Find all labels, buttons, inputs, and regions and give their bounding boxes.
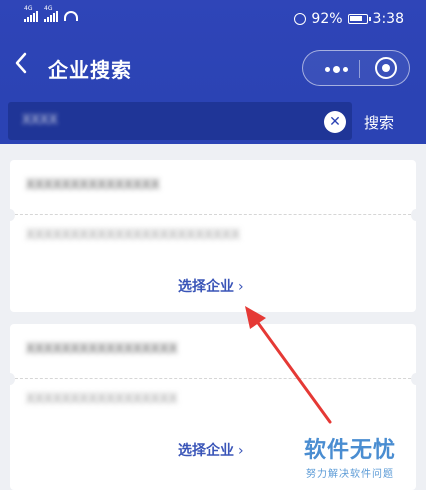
select-company-button[interactable]: 选择企业 › bbox=[178, 440, 244, 460]
select-company-label: 选择企业 bbox=[178, 443, 234, 459]
signal-icon: 4G bbox=[44, 5, 58, 22]
watermark-title: 软件无忧 bbox=[304, 438, 397, 463]
status-time: 3:38 bbox=[372, 11, 404, 27]
wifi-icon bbox=[64, 11, 78, 21]
select-company-button[interactable]: 选择企业 › bbox=[178, 276, 244, 296]
battery-icon bbox=[347, 14, 371, 24]
company-name: XXXXXXXXXXXXXXX bbox=[26, 178, 160, 193]
search-input[interactable]: XXXX ✕ bbox=[8, 102, 352, 140]
page-title: 企业搜索 bbox=[48, 58, 132, 82]
header: 4G 4G 92% 3:38 企业搜索 bbox=[0, 0, 426, 100]
battery-percent: 92% bbox=[311, 11, 343, 27]
status-right: 92% 3:38 bbox=[294, 11, 404, 27]
chevron-right-icon: › bbox=[238, 443, 244, 459]
company-address: XXXXXXXXXXXXXXXXXXXXXXXX bbox=[26, 228, 240, 243]
search-button[interactable]: 搜索 bbox=[364, 112, 394, 133]
nav-bar: 企业搜索 bbox=[0, 36, 426, 100]
card-divider bbox=[5, 373, 421, 385]
select-company-label: 选择企业 bbox=[178, 279, 234, 295]
more-button[interactable] bbox=[317, 55, 355, 83]
card-divider bbox=[5, 209, 421, 221]
company-address: XXXXXXXXXXXXXXXXX bbox=[26, 392, 178, 407]
close-miniprogram-button[interactable] bbox=[375, 57, 397, 79]
company-name: XXXXXXXXXXXXXXXXX bbox=[26, 342, 178, 357]
watermark: 软件无忧 努力解决软件问题 bbox=[304, 432, 396, 480]
close-icon[interactable]: ✕ bbox=[324, 111, 346, 133]
back-button[interactable] bbox=[14, 52, 28, 79]
search-value: XXXX bbox=[22, 113, 58, 128]
chevron-left-icon bbox=[15, 52, 27, 74]
search-bar: XXXX ✕ 搜索 bbox=[0, 100, 426, 144]
alarm-icon bbox=[294, 13, 307, 25]
result-card[interactable]: XXXXXXXXXXXXXXX XXXXXXXXXXXXXXXXXXXXXXXX… bbox=[5, 160, 421, 312]
capsule-divider bbox=[359, 60, 360, 78]
chevron-right-icon: › bbox=[238, 279, 244, 295]
status-bar: 4G 4G 92% 3:38 bbox=[0, 0, 426, 36]
watermark-subtitle: 努力解决软件问题 bbox=[306, 469, 394, 480]
miniprogram-capsule bbox=[302, 50, 410, 86]
status-left: 4G 4G bbox=[24, 5, 78, 22]
signal-icon: 4G bbox=[24, 5, 38, 22]
